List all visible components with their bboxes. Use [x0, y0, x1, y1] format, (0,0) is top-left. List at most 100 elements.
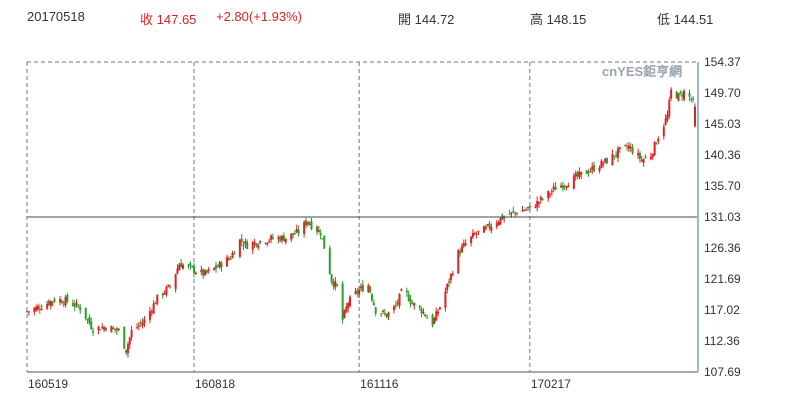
- candle-body: [692, 98, 695, 100]
- candle-body: [510, 212, 513, 214]
- candle: [576, 170, 579, 180]
- candle: [602, 160, 605, 168]
- candle: [281, 234, 284, 244]
- candle-body: [437, 311, 440, 314]
- candle-body: [629, 146, 632, 149]
- candle-body: [473, 233, 476, 235]
- candle: [451, 270, 454, 277]
- candle-body: [79, 307, 82, 311]
- candle: [604, 158, 607, 164]
- candle-body: [554, 186, 557, 191]
- candle: [486, 223, 489, 227]
- candle-body: [156, 294, 159, 304]
- candle: [679, 89, 682, 96]
- candle: [409, 295, 412, 308]
- candle-body: [523, 210, 526, 212]
- candle: [77, 304, 80, 309]
- candle: [651, 153, 654, 160]
- candle: [115, 326, 118, 335]
- candle: [605, 157, 608, 164]
- candle-body: [181, 264, 184, 269]
- candle: [169, 284, 172, 289]
- candle-body: [97, 326, 100, 331]
- candle: [644, 154, 647, 159]
- candle: [405, 287, 408, 297]
- candle: [174, 273, 177, 293]
- candle: [668, 96, 671, 119]
- candle: [213, 267, 216, 271]
- candle-body: [51, 301, 54, 303]
- candle-body: [187, 264, 190, 266]
- candle-body: [345, 306, 348, 312]
- candle-body: [372, 302, 375, 306]
- candle: [257, 242, 260, 251]
- candle: [323, 235, 326, 249]
- candle: [242, 241, 245, 251]
- x-tick-label: 160818: [195, 377, 235, 391]
- candle-body: [284, 238, 287, 243]
- candle: [372, 299, 375, 306]
- candle: [139, 319, 142, 328]
- candle-body: [358, 289, 361, 295]
- candle-body: [84, 307, 87, 319]
- candle-body: [626, 146, 629, 148]
- candle: [462, 239, 465, 249]
- candle: [293, 230, 296, 235]
- candle-body: [227, 258, 230, 260]
- candle: [626, 142, 629, 151]
- candle: [143, 316, 146, 328]
- candle-body: [411, 303, 414, 305]
- candle: [141, 318, 144, 329]
- candle-body: [613, 155, 616, 157]
- candle: [681, 91, 684, 101]
- candle: [611, 149, 614, 166]
- candle-body: [270, 235, 273, 240]
- candle-body: [293, 233, 296, 235]
- candle-body: [380, 313, 383, 315]
- candle-body: [460, 246, 463, 253]
- candle-body: [348, 296, 351, 307]
- candle: [244, 238, 247, 249]
- candle-body: [104, 327, 107, 331]
- candle: [382, 309, 385, 314]
- candle-body: [308, 223, 311, 225]
- candle-body: [115, 328, 118, 331]
- candle-body: [292, 233, 295, 235]
- candle: [380, 313, 383, 318]
- candle: [251, 240, 254, 255]
- candle: [536, 196, 539, 212]
- candle: [393, 304, 396, 314]
- candle: [304, 217, 307, 229]
- candle-body: [464, 243, 467, 246]
- candle-body: [35, 306, 38, 311]
- candle: [471, 229, 474, 240]
- candle: [488, 220, 491, 231]
- candle: [226, 254, 229, 267]
- candle: [187, 263, 190, 269]
- candle-body: [257, 245, 260, 248]
- candle-body: [178, 264, 181, 271]
- candle: [473, 231, 476, 236]
- candle-body: [527, 207, 529, 209]
- candle-body: [152, 303, 155, 314]
- candle-body: [26, 311, 28, 313]
- candle-body: [631, 147, 634, 154]
- candle: [512, 206, 515, 214]
- candle-body: [383, 313, 386, 315]
- candle-body: [486, 224, 489, 226]
- candle: [475, 231, 478, 239]
- candle: [161, 292, 164, 300]
- candle: [37, 303, 40, 312]
- candle-body: [59, 299, 62, 303]
- candle: [490, 223, 493, 234]
- y-tick-label: 135.70: [704, 179, 741, 193]
- candle: [255, 243, 258, 248]
- candle: [497, 220, 500, 226]
- candle: [220, 261, 223, 272]
- candle: [60, 298, 63, 304]
- candle: [110, 325, 113, 333]
- candle: [470, 236, 473, 247]
- candle-body: [677, 93, 680, 101]
- candle: [515, 212, 518, 216]
- candle-body: [367, 285, 370, 293]
